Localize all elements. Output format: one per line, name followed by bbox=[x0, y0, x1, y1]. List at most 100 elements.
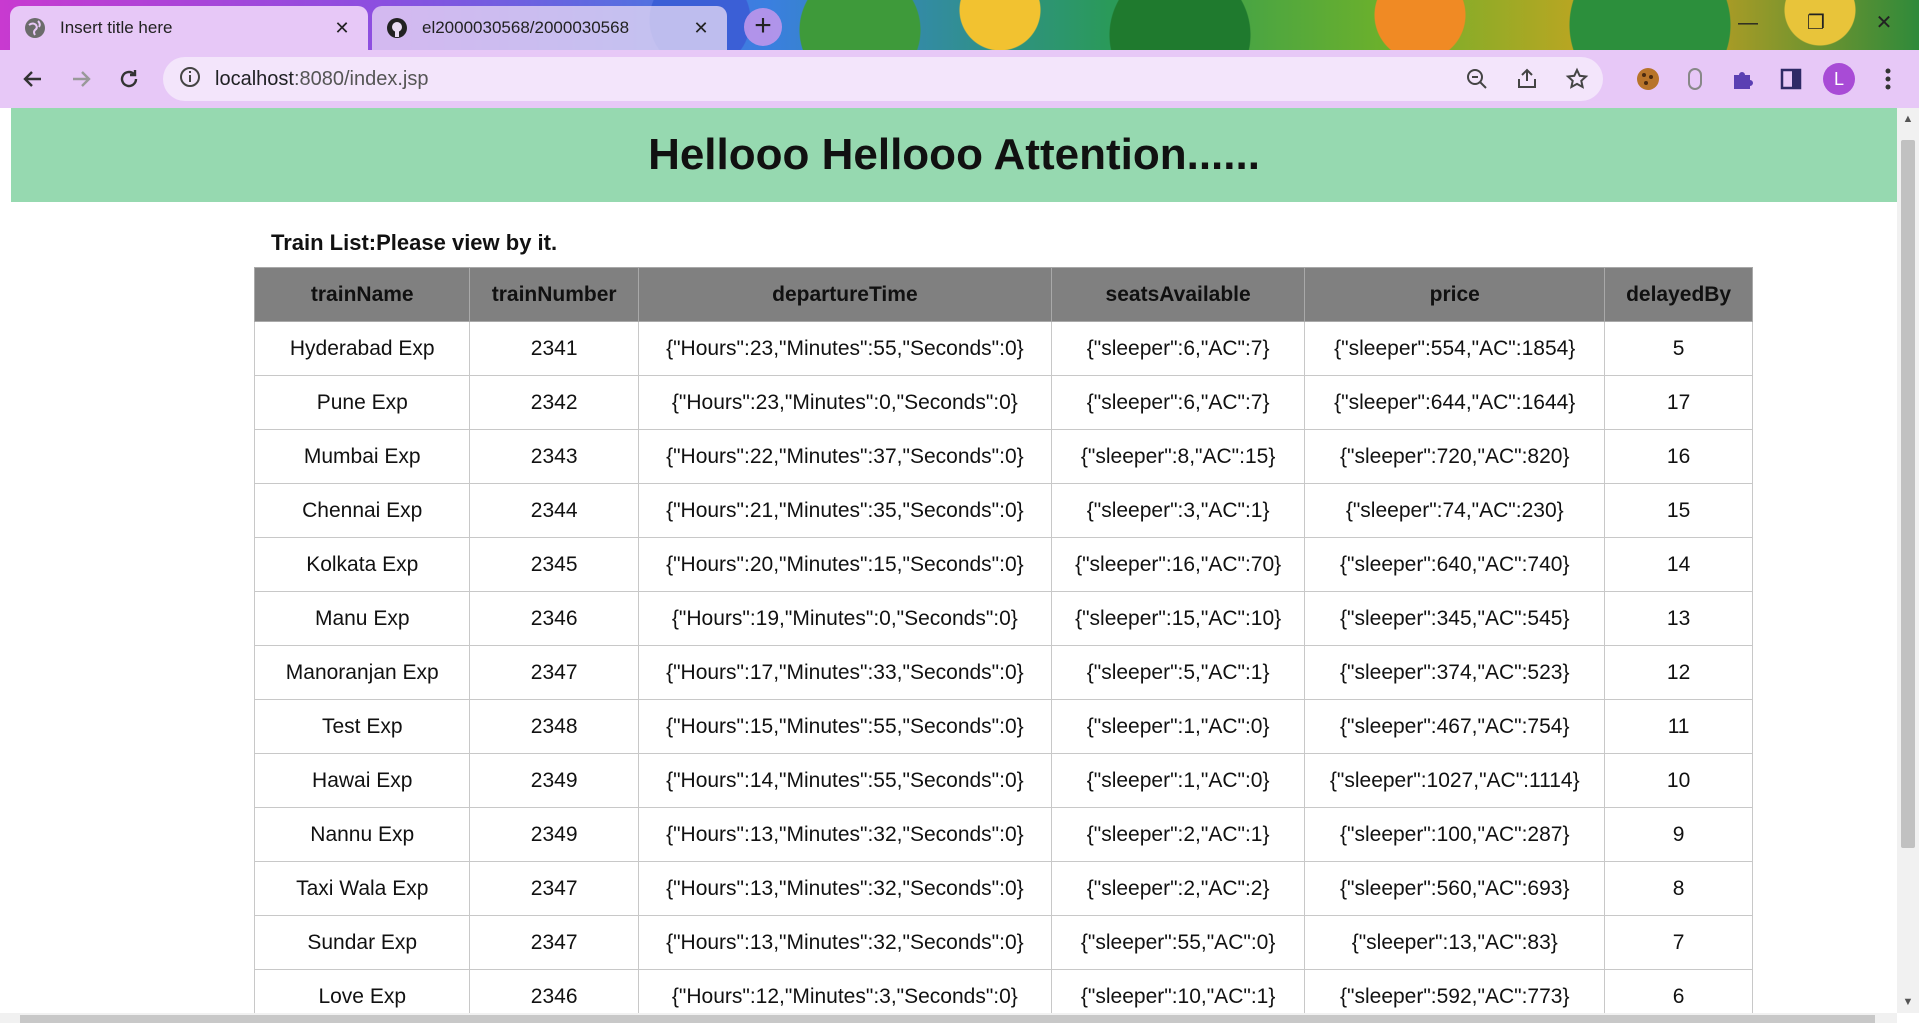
github-icon bbox=[386, 17, 408, 39]
cell-price: {"sleeper":13,"AC":83} bbox=[1304, 915, 1606, 970]
cell-delayed-by: 16 bbox=[1604, 429, 1753, 484]
minimize-icon[interactable]: — bbox=[1722, 8, 1774, 38]
cell-price: {"sleeper":554,"AC":1854} bbox=[1304, 321, 1606, 376]
table-row: Manu Exp 2346 {"Hours":19,"Minutes":0,"Sec… bbox=[253, 591, 1753, 646]
cell-price: {"sleeper":720,"AC":820} bbox=[1304, 429, 1606, 484]
profile-avatar[interactable]: L bbox=[1823, 63, 1855, 95]
cell-train-name: Sundar Exp bbox=[253, 915, 471, 970]
cell-train-number: 2349 bbox=[469, 807, 639, 862]
cell-train-name: Manoranjan Exp bbox=[253, 645, 471, 700]
cell-seats-available: {"sleeper":6,"AC":7} bbox=[1050, 321, 1306, 376]
cell-train-number: 2343 bbox=[469, 429, 639, 484]
scroll-up-icon[interactable]: ▲ bbox=[1897, 108, 1919, 130]
cell-train-number: 2347 bbox=[469, 915, 639, 970]
tab-title: el2000030568/2000030568 bbox=[422, 18, 630, 37]
cell-delayed-by: 12 bbox=[1604, 645, 1753, 700]
cell-price: {"sleeper":374,"AC":523} bbox=[1304, 645, 1606, 700]
cell-seats-available: {"sleeper":10,"AC":1} bbox=[1050, 969, 1306, 1013]
cell-departure-time: {"Hours":22,"Minutes":37,"Seconds":0} bbox=[637, 429, 1052, 484]
table-row: Manoranjan Exp 2347 {"Hours":17,"Minutes":… bbox=[253, 645, 1753, 700]
cell-delayed-by: 5 bbox=[1604, 321, 1753, 376]
url-host: localhost bbox=[215, 67, 294, 90]
column-header-price: price bbox=[1304, 267, 1606, 322]
table-row: Hawai Exp 2349 {"Hours":14,"Minutes":55,"S… bbox=[253, 753, 1753, 808]
cell-delayed-by: 14 bbox=[1604, 537, 1753, 592]
reload-icon[interactable] bbox=[112, 62, 146, 96]
cell-delayed-by: 17 bbox=[1604, 375, 1753, 430]
zoom-icon[interactable] bbox=[1463, 65, 1491, 93]
cell-price: {"sleeper":640,"AC":740} bbox=[1304, 537, 1606, 592]
scrollbar-thumb[interactable] bbox=[1901, 140, 1915, 848]
side-panel-icon[interactable] bbox=[1774, 62, 1808, 96]
scroll-down-icon[interactable]: ▼ bbox=[1897, 991, 1919, 1013]
extension-icon[interactable] bbox=[1678, 62, 1712, 96]
cell-train-name: Test Exp bbox=[253, 699, 471, 754]
cell-departure-time: {"Hours":13,"Minutes":32,"Seconds":0} bbox=[637, 915, 1052, 970]
table-row: Nannu Exp 2349 {"Hours":13,"Minutes":32,"S… bbox=[253, 807, 1753, 862]
cell-train-number: 2347 bbox=[469, 861, 639, 916]
cell-departure-time: {"Hours":13,"Minutes":32,"Seconds":0} bbox=[637, 807, 1052, 862]
cell-seats-available: {"sleeper":55,"AC":0} bbox=[1050, 915, 1306, 970]
globe-icon bbox=[24, 17, 46, 39]
tab-github-repo[interactable]: el2000030568/2000030568 ✕ bbox=[372, 6, 727, 50]
cell-train-name: Manu Exp bbox=[253, 591, 471, 646]
tab-insert-title-here[interactable]: Insert title here ✕ bbox=[10, 6, 368, 50]
menu-kebab-icon[interactable] bbox=[1871, 62, 1905, 96]
train-table: trainName trainNumber departureTime seatsAv… bbox=[253, 267, 1753, 1013]
new-tab-button[interactable]: + bbox=[744, 8, 782, 46]
extensions-puzzle-icon[interactable] bbox=[1726, 62, 1760, 96]
url-text[interactable]: localhost:8080/index.jsp bbox=[215, 68, 428, 91]
table-row: Love Exp 2346 {"Hours":12,"Minutes":3,"Sec… bbox=[253, 969, 1753, 1013]
page-heading: Hellooo Hellooo Attention...... bbox=[648, 130, 1260, 179]
site-info-icon[interactable] bbox=[179, 66, 201, 93]
close-window-icon[interactable]: ✕ bbox=[1858, 8, 1910, 38]
cell-seats-available: {"sleeper":8,"AC":15} bbox=[1050, 429, 1306, 484]
address-bar[interactable]: localhost:8080/index.jsp bbox=[163, 57, 1603, 101]
url-path: :8080/index.jsp bbox=[293, 67, 429, 90]
cell-seats-available: {"sleeper":15,"AC":10} bbox=[1050, 591, 1306, 646]
cell-delayed-by: 6 bbox=[1604, 969, 1753, 1013]
cell-seats-available: {"sleeper":1,"AC":0} bbox=[1050, 753, 1306, 808]
restore-icon[interactable]: ❐ bbox=[1790, 8, 1842, 38]
cell-price: {"sleeper":74,"AC":230} bbox=[1304, 483, 1606, 538]
table-row: Chennai Exp 2344 {"Hours":21,"Minutes":35,… bbox=[253, 483, 1753, 538]
forward-icon[interactable] bbox=[64, 62, 98, 96]
table-row: Hyderabad Exp 2341 {"Hours":23,"Minutes":5… bbox=[253, 321, 1753, 376]
page-banner: Hellooo Hellooo Attention...... bbox=[11, 108, 1897, 202]
cell-train-number: 2342 bbox=[469, 375, 639, 430]
cell-train-name: Hyderabad Exp bbox=[253, 321, 471, 376]
table-row: Test Exp 2348 {"Hours":15,"Minutes":55,"Se… bbox=[253, 699, 1753, 754]
cell-seats-available: {"sleeper":3,"AC":1} bbox=[1050, 483, 1306, 538]
cell-train-name: Hawai Exp bbox=[253, 753, 471, 808]
cell-train-name: Mumbai Exp bbox=[253, 429, 471, 484]
cell-departure-time: {"Hours":19,"Minutes":0,"Seconds":0} bbox=[637, 591, 1052, 646]
close-tab-icon[interactable]: ✕ bbox=[330, 16, 354, 40]
cell-departure-time: {"Hours":13,"Minutes":32,"Seconds":0} bbox=[637, 861, 1052, 916]
cell-departure-time: {"Hours":14,"Minutes":55,"Seconds":0} bbox=[637, 753, 1052, 808]
browser-toolbar: localhost:8080/index.jsp L bbox=[0, 50, 1919, 108]
cell-train-number: 2344 bbox=[469, 483, 639, 538]
cell-train-name: Chennai Exp bbox=[253, 483, 471, 538]
cell-delayed-by: 15 bbox=[1604, 483, 1753, 538]
cell-departure-time: {"Hours":12,"Minutes":3,"Seconds":0} bbox=[637, 969, 1052, 1013]
vertical-scrollbar[interactable]: ▲ ▼ bbox=[1897, 108, 1919, 1013]
cell-price: {"sleeper":467,"AC":754} bbox=[1304, 699, 1606, 754]
horizontal-scrollbar[interactable] bbox=[0, 1013, 1897, 1023]
back-icon[interactable] bbox=[16, 62, 50, 96]
cell-seats-available: {"sleeper":16,"AC":70} bbox=[1050, 537, 1306, 592]
cell-train-number: 2349 bbox=[469, 753, 639, 808]
cell-delayed-by: 8 bbox=[1604, 861, 1753, 916]
column-header-departure-time: departureTime bbox=[637, 267, 1052, 322]
cookie-extension-icon[interactable] bbox=[1631, 62, 1665, 96]
cell-departure-time: {"Hours":20,"Minutes":15,"Seconds":0} bbox=[637, 537, 1052, 592]
share-icon[interactable] bbox=[1513, 65, 1541, 93]
column-header-seats-available: seatsAvailable bbox=[1050, 267, 1306, 322]
close-tab-icon[interactable]: ✕ bbox=[689, 16, 713, 40]
cell-train-number: 2345 bbox=[469, 537, 639, 592]
scrollbar-thumb[interactable] bbox=[20, 1015, 1875, 1023]
cell-price: {"sleeper":592,"AC":773} bbox=[1304, 969, 1606, 1013]
cell-departure-time: {"Hours":17,"Minutes":33,"Seconds":0} bbox=[637, 645, 1052, 700]
cell-departure-time: {"Hours":23,"Minutes":55,"Seconds":0} bbox=[637, 321, 1052, 376]
bookmark-star-icon[interactable] bbox=[1563, 65, 1591, 93]
cell-departure-time: {"Hours":15,"Minutes":55,"Seconds":0} bbox=[637, 699, 1052, 754]
